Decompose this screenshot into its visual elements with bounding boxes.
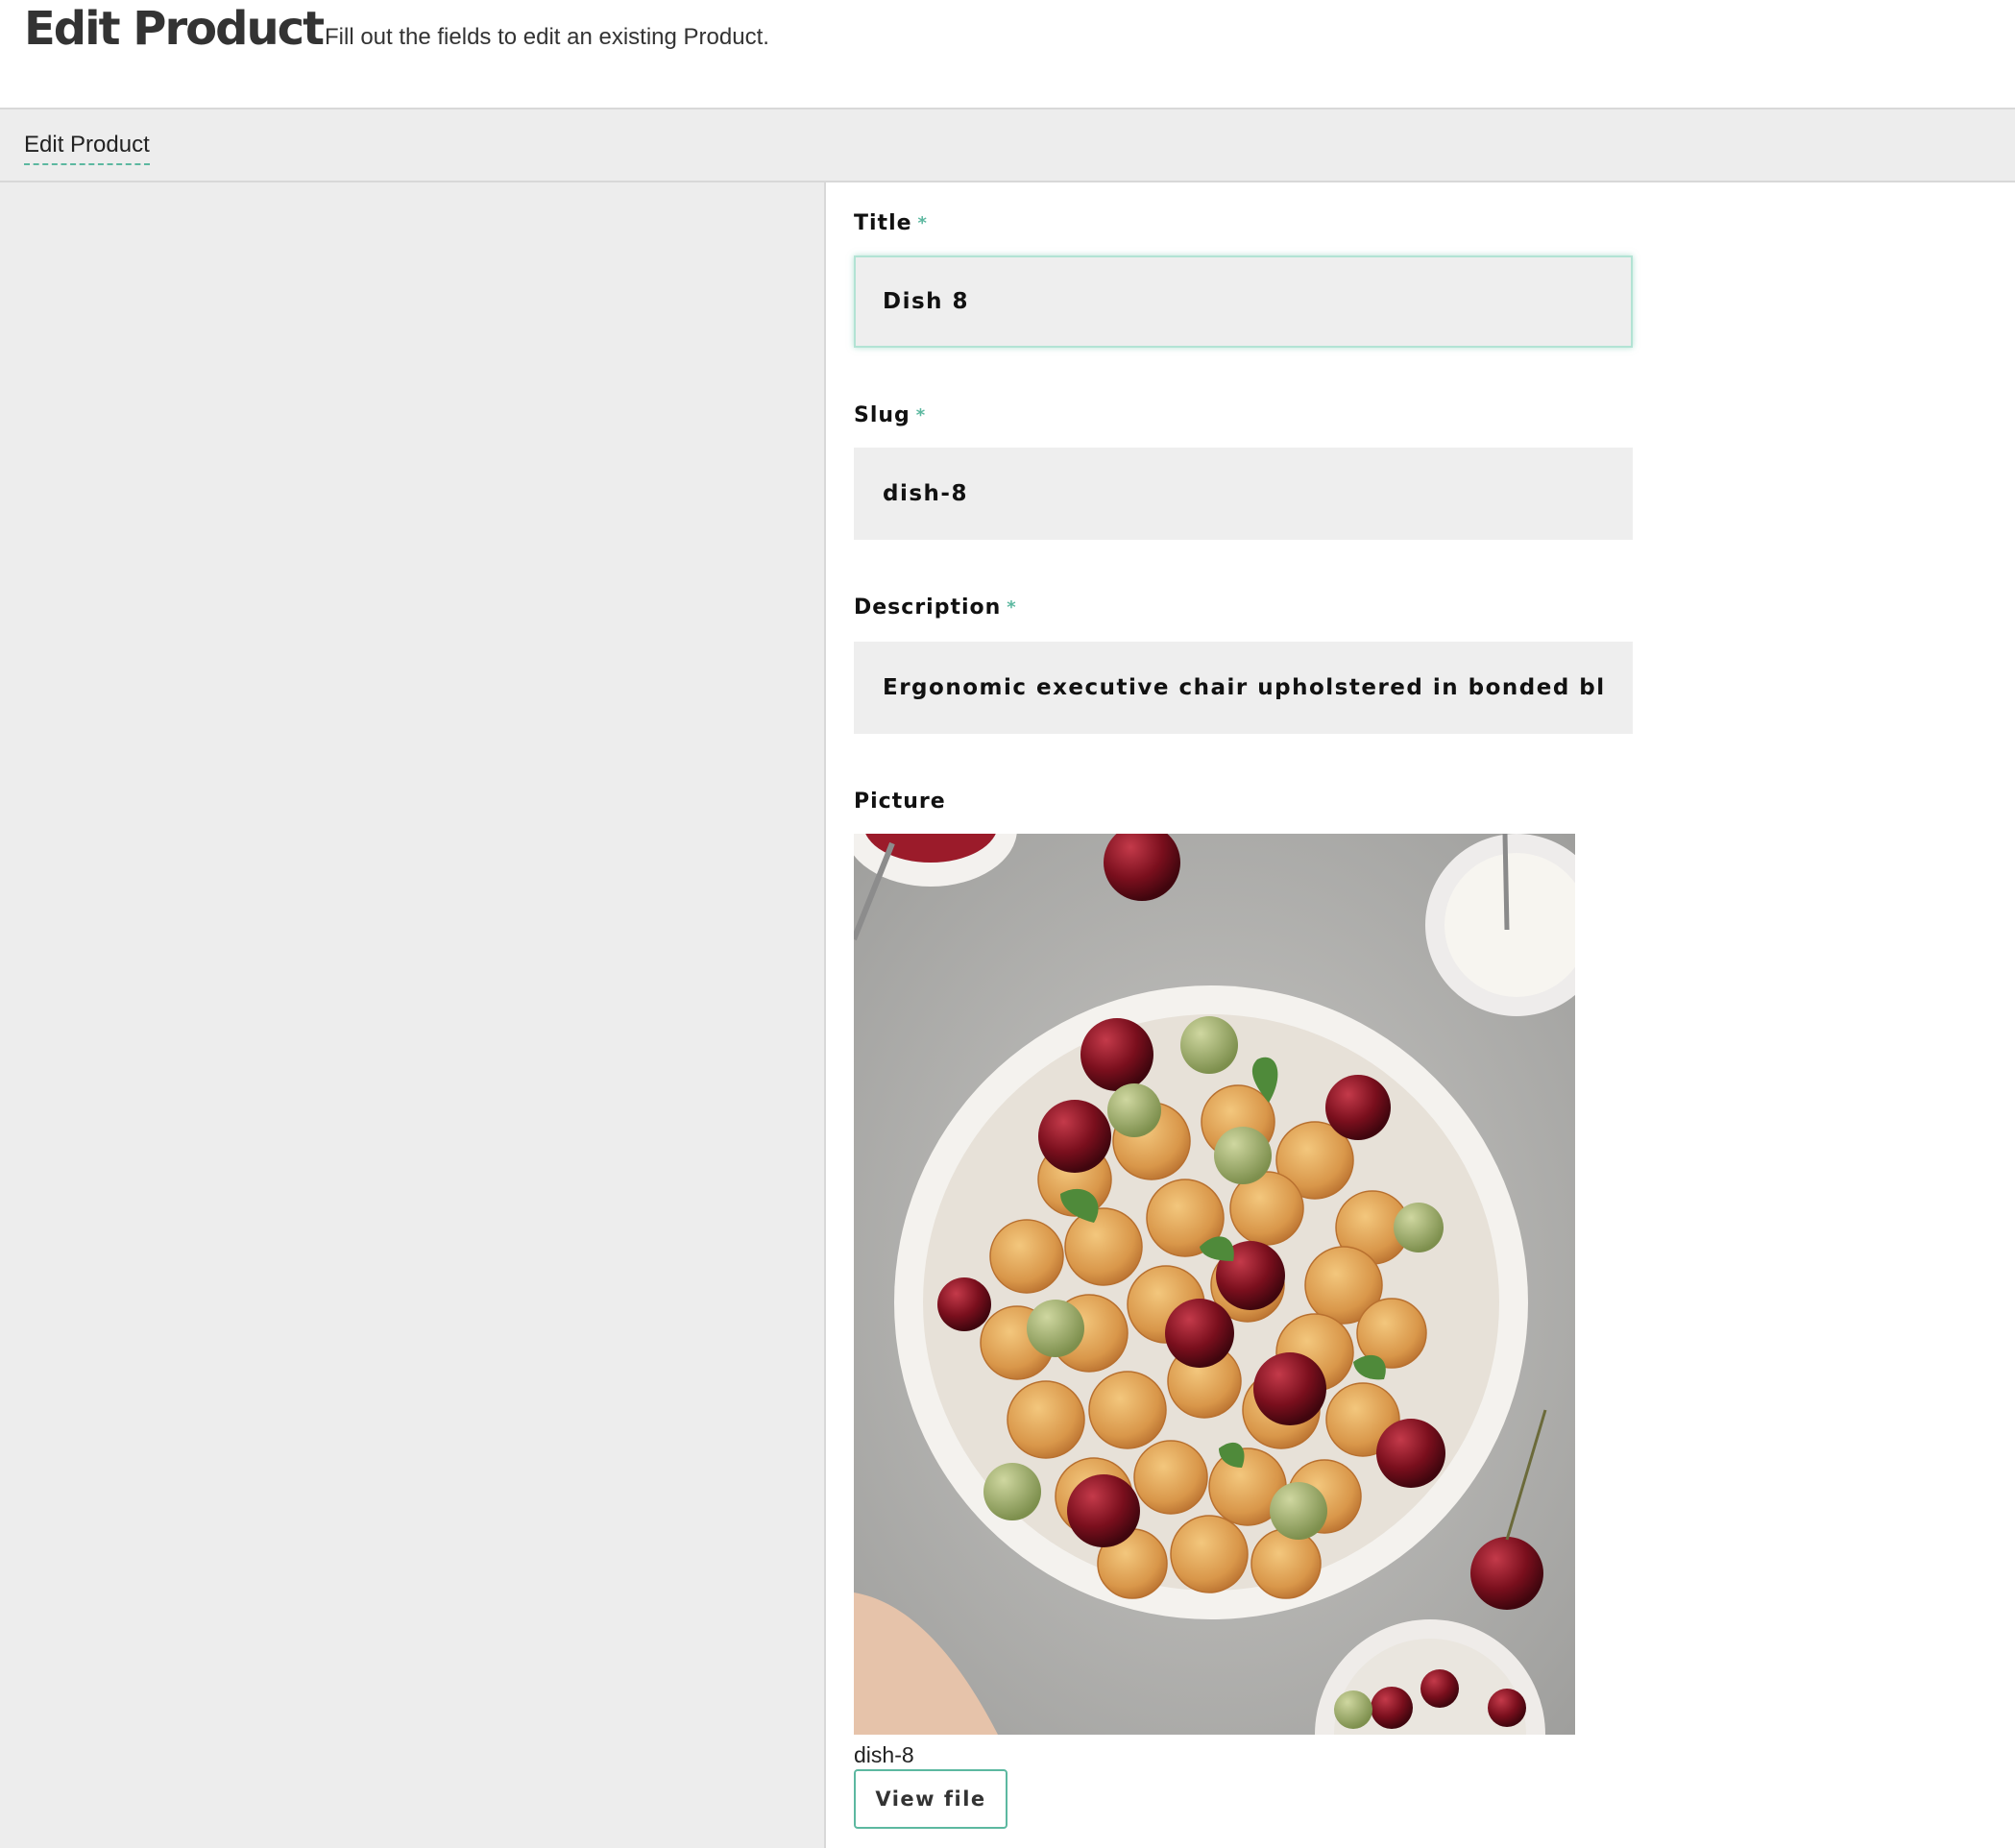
page-subtitle: Fill out the fields to edit an existing … [325, 24, 769, 50]
pancake-bowl-image [854, 834, 1575, 1735]
required-marker: * [915, 405, 927, 426]
tab-bar: Edit Product [0, 109, 2015, 182]
picture-label: Picture [854, 788, 946, 816]
title-label-text: Title [854, 211, 912, 235]
description-label-text: Description [854, 596, 1002, 620]
required-marker: * [1007, 597, 1017, 618]
edit-product-form: Title* Slug* Description* Picture [828, 182, 2015, 1848]
view-file-button[interactable]: View file [854, 1769, 1008, 1829]
page-header: Edit Product Fill out the fields to edit… [0, 0, 2015, 109]
required-marker: * [917, 213, 928, 233]
slug-label-text: Slug [854, 403, 910, 427]
title-label: Title * [854, 209, 928, 238]
description-label: Description * [854, 594, 1017, 622]
slug-input[interactable] [854, 448, 1633, 540]
slug-label: Slug * [854, 401, 926, 430]
description-input[interactable] [854, 642, 1633, 734]
picture-file-name: dish-8 [854, 1742, 914, 1767]
sidebar [0, 182, 826, 1848]
picture-label-text: Picture [854, 790, 946, 814]
title-input[interactable] [854, 255, 1633, 348]
product-picture [854, 834, 1575, 1735]
tab-edit-product[interactable]: Edit Product [24, 129, 150, 165]
page-title: Edit Product [24, 2, 325, 56]
